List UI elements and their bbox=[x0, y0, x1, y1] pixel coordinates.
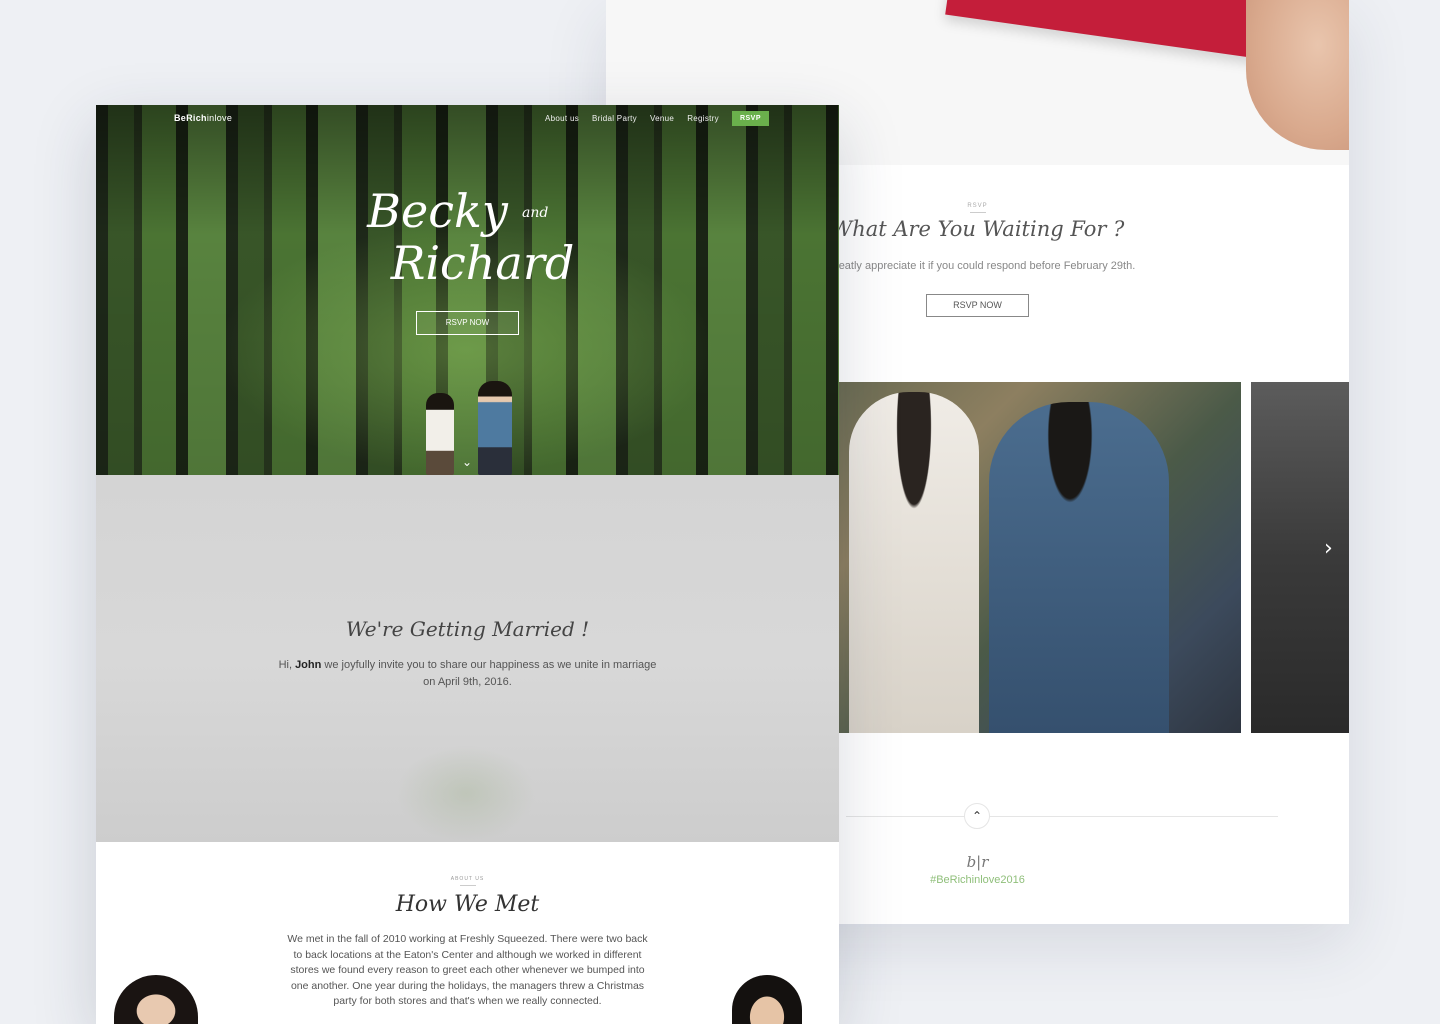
guest-name: John bbox=[295, 659, 322, 671]
hero-section: BeRichinlove About us Bridal Party Venue… bbox=[96, 105, 839, 475]
bride-figure bbox=[849, 392, 979, 733]
getting-married-section: We're Getting Married ! Hi, John we joyf… bbox=[96, 475, 839, 842]
bride-portrait bbox=[114, 975, 198, 1024]
about-eyebrow: ABOUT US bbox=[96, 876, 839, 886]
married-title: We're Getting Married ! bbox=[345, 617, 590, 641]
invite-text: we joyfully invite you to share our happ… bbox=[321, 659, 657, 688]
brand-rest: inlove bbox=[206, 113, 233, 123]
groom-figure bbox=[478, 381, 512, 475]
nav-about-us[interactable]: About us bbox=[545, 114, 579, 123]
home-page-preview: BeRichinlove About us Bridal Party Venue… bbox=[96, 105, 839, 1024]
blurred-background bbox=[396, 745, 536, 842]
hero-rsvp-button[interactable]: RSVP NOW bbox=[416, 311, 519, 335]
rsvp-now-button[interactable]: RSVP NOW bbox=[926, 294, 1029, 317]
footer-divider bbox=[846, 816, 1278, 817]
bride-figure bbox=[426, 393, 454, 475]
hero-and: and bbox=[522, 205, 549, 221]
nav-rsvp-button[interactable]: RSVP bbox=[731, 111, 769, 126]
chevron-right-icon[interactable]: › bbox=[1324, 536, 1346, 564]
chevron-up-icon[interactable]: ⌃ bbox=[964, 803, 990, 829]
chevron-down-icon[interactable]: ⌄ bbox=[458, 455, 476, 469]
hero-name-richard: Richard bbox=[390, 236, 575, 290]
about-section: ABOUT US How We Met We met in the fall o… bbox=[96, 842, 839, 1024]
nav-bridal-party[interactable]: Bridal Party bbox=[592, 114, 637, 123]
about-title: How We Met bbox=[395, 892, 540, 917]
hero-name-becky: Becky bbox=[367, 184, 508, 238]
greeting: Hi, bbox=[278, 659, 296, 671]
groom-portrait bbox=[732, 975, 802, 1024]
top-nav: BeRichinlove About us Bridal Party Venue… bbox=[96, 105, 839, 135]
hero-title: Becky and Richard bbox=[96, 185, 839, 289]
nav-venue[interactable]: Venue bbox=[650, 114, 674, 123]
married-text: Hi, John we joyfully invite you to share… bbox=[276, 657, 659, 691]
couple-photo bbox=[839, 382, 1241, 733]
brand-bold: BeRich bbox=[174, 113, 207, 123]
groom-figure bbox=[989, 402, 1169, 733]
nav-links: About us Bridal Party Venue Registry RSV… bbox=[545, 111, 769, 126]
about-text: We met in the fall of 2010 working at Fr… bbox=[287, 933, 648, 1007]
hand bbox=[1246, 0, 1349, 150]
brand-logo[interactable]: BeRichinlove bbox=[174, 113, 232, 123]
nav-registry[interactable]: Registry bbox=[687, 114, 719, 123]
